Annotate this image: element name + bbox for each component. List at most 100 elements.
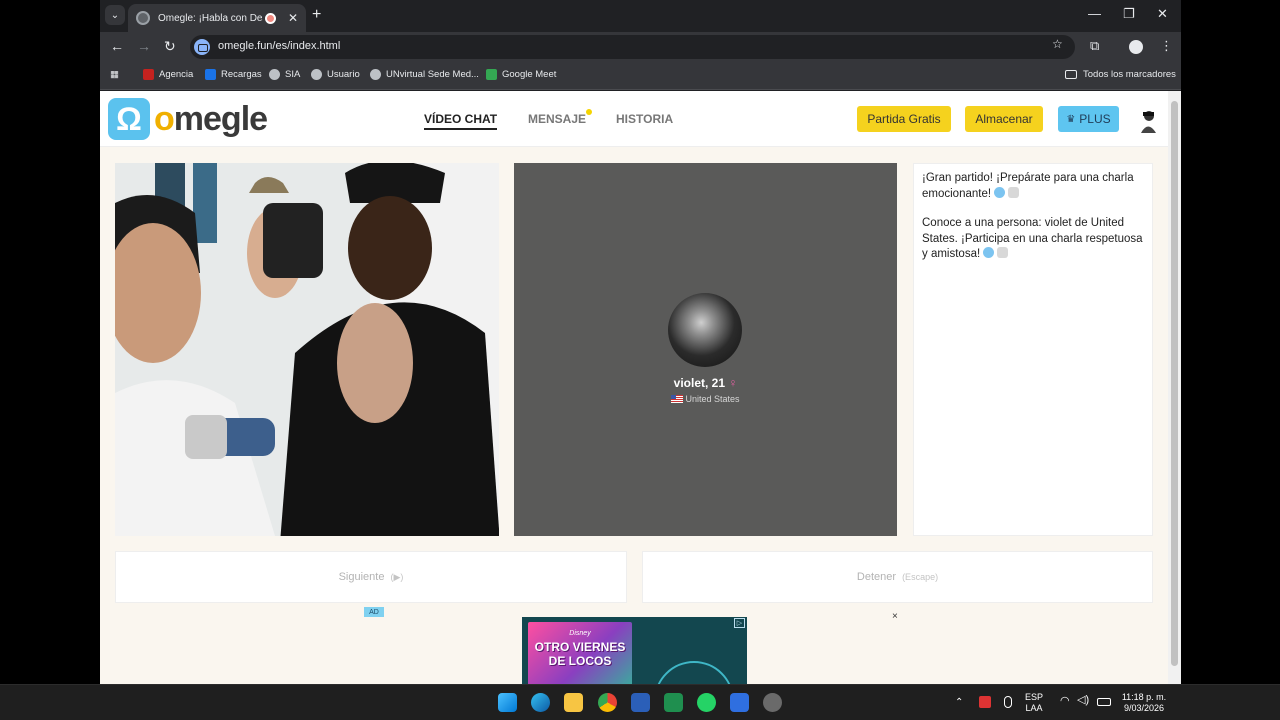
browser-window: ⌄ Omegle: ¡Habla con Desconocidos! ✕ + —… (100, 0, 1181, 684)
remote-video: violet, 21 ♀ United States (514, 163, 897, 536)
bookmark-usuario[interactable]: Usuario (311, 69, 360, 80)
plus-label: PLUS (1079, 112, 1111, 126)
nav-history[interactable]: HISTORIA (616, 112, 673, 126)
chat-panel: ¡Gran partido! ¡Prepárate para una charl… (913, 163, 1153, 536)
stop-shortcut: (Escape) (902, 572, 939, 582)
bookmark-label: Usuario (327, 69, 360, 80)
taskbar: ⌃ ESP LAA ◠ ◁) 11:18 p. m. 9/03/2026 (0, 684, 1280, 720)
ad-poster: Disney OTRO VIERNES DE LOCOS (528, 622, 632, 684)
store-button[interactable]: Almacenar (965, 106, 1043, 132)
stranger-name-text: violet, 21 (673, 376, 725, 390)
bookmark-label: Agencia (159, 69, 194, 80)
close-window-button[interactable]: ✕ (1157, 6, 1168, 22)
url-text: omegle.fun/es/index.html (218, 40, 341, 52)
bookmark-recargas[interactable]: Recargas (205, 69, 262, 80)
address-bar[interactable]: omegle.fun/es/index.html (190, 35, 1075, 59)
notification-dot (586, 109, 592, 115)
female-icon: ♀ (728, 376, 738, 390)
language-code: ESP (1025, 692, 1044, 702)
folder-icon (1065, 70, 1077, 79)
chrome-icon[interactable] (598, 693, 617, 712)
ad-graphic (654, 661, 734, 684)
tab-search-icon[interactable]: ⌄ (105, 5, 125, 25)
ad-close-icon[interactable]: × (892, 611, 898, 622)
wifi-icon[interactable]: ◠ (1060, 696, 1070, 707)
page: Ω omegle VÍDEO CHAT MENSAJE HISTORIA Par… (100, 91, 1168, 684)
ad-brand: Disney (569, 630, 591, 637)
menu-icon[interactable]: ⋮ (1160, 38, 1173, 54)
logo-text-rest: megle (173, 99, 268, 138)
clock-date: 9/03/2026 (1123, 703, 1165, 713)
nav-message[interactable]: MENSAJE (528, 112, 586, 126)
all-bookmarks-label: Todos los marcadores (1083, 69, 1176, 80)
back-icon[interactable]: ← (110, 38, 124, 54)
app-icon[interactable] (763, 693, 782, 712)
profile-avatar-icon[interactable] (1129, 40, 1143, 54)
local-camera-feed (115, 163, 499, 536)
word-icon[interactable] (631, 693, 650, 712)
bookmark-label: UNvirtual Sede Med... (386, 69, 479, 80)
tab-omegle[interactable]: Omegle: ¡Habla con Desconocidos! ✕ (128, 4, 306, 32)
free-match-button[interactable]: Partida Gratis (857, 106, 951, 132)
screen: ⌄ Omegle: ¡Habla con Desconocidos! ✕ + —… (0, 0, 1280, 720)
edge-icon[interactable] (531, 693, 550, 712)
nav-video-chat[interactable]: VÍDEO CHAT (424, 112, 498, 130)
bookmark-unvirtual[interactable]: UNvirtual Sede Med... (370, 69, 479, 80)
minimize-button[interactable]: — (1088, 6, 1101, 21)
whatsapp-icon[interactable] (697, 693, 716, 712)
all-bookmarks-folder[interactable]: Todos los marcadores (1065, 69, 1176, 80)
plus-button[interactable]: ♛ PLUS (1058, 106, 1119, 132)
bookmark-agencia[interactable]: Agencia (143, 69, 193, 80)
site-header: Ω omegle VÍDEO CHAT MENSAJE HISTORIA Par… (100, 91, 1168, 147)
keyboard-layout: LAA (1025, 703, 1043, 713)
extensions-icon[interactable]: ⧉ (1090, 38, 1099, 54)
bookmark-label: Google Meet (502, 69, 557, 80)
tab-title: Omegle: ¡Habla con Desconocidos! (158, 12, 263, 24)
microphone-icon[interactable] (1004, 696, 1012, 708)
stop-button[interactable]: Detener (Escape) (642, 551, 1153, 603)
clock-time: 11:18 p. m. (1121, 692, 1167, 702)
file-explorer-icon[interactable] (564, 693, 583, 712)
omegle-logo[interactable]: Ω omegle (108, 98, 268, 140)
bookmark-star-icon[interactable]: ☆ (1052, 37, 1063, 51)
globe-icon (370, 69, 381, 80)
dropbox-icon[interactable] (730, 693, 749, 712)
recargas-icon (205, 69, 216, 80)
user-avatar-icon[interactable] (1138, 109, 1158, 133)
reload-icon[interactable]: ↻ (164, 38, 176, 55)
tab-close-icon[interactable]: ✕ (288, 11, 298, 25)
page-scrollbar[interactable] (1168, 91, 1181, 684)
scroll-thumb[interactable] (1171, 101, 1178, 666)
chat-message: Conoce a una persona: violet de United S… (922, 216, 1144, 263)
clock[interactable]: 11:18 p. m. 9/03/2026 (1118, 692, 1170, 714)
bookmark-sia[interactable]: SIA (269, 69, 300, 80)
excel-icon[interactable] (664, 693, 683, 712)
stranger-name: violet, 21 ♀ (514, 376, 897, 390)
recording-icon (264, 12, 276, 24)
tray-app-icon[interactable] (979, 696, 991, 708)
forward-icon[interactable]: → (137, 38, 151, 54)
ad-info-icon[interactable]: ▷ (734, 618, 745, 628)
maximize-button[interactable]: ❐ (1123, 6, 1135, 22)
chat-message-text: ¡Gran partido! ¡Prepárate para una charl… (922, 172, 1134, 200)
logo-text: omegle (154, 99, 268, 139)
next-button[interactable]: Siguiente (▶) (115, 551, 627, 603)
ad-banner[interactable]: Disney OTRO VIERNES DE LOCOS ▷ (522, 617, 747, 684)
volume-icon[interactable]: ◁) (1077, 695, 1089, 706)
tab-favicon-icon (136, 11, 150, 25)
language-indicator[interactable]: ESP LAA (1025, 692, 1043, 714)
next-label: Siguiente (338, 571, 385, 583)
us-flag-icon (671, 395, 684, 403)
site-info-icon[interactable] (194, 39, 210, 55)
stranger-country: United States (514, 394, 897, 404)
new-tab-button[interactable]: + (312, 6, 321, 24)
start-icon[interactable] (498, 693, 517, 712)
tray-chevron-icon[interactable]: ⌃ (955, 697, 963, 708)
globe-icon (311, 69, 322, 80)
stranger-country-text: United States (685, 394, 740, 404)
apps-grid-icon[interactable]: ▦ (110, 69, 119, 80)
bookmark-google-meet[interactable]: Google Meet (486, 69, 556, 80)
battery-icon[interactable] (1097, 698, 1111, 706)
stranger-avatar (668, 293, 742, 367)
chat-message-text: Conoce a una persona: violet de United S… (922, 217, 1143, 260)
